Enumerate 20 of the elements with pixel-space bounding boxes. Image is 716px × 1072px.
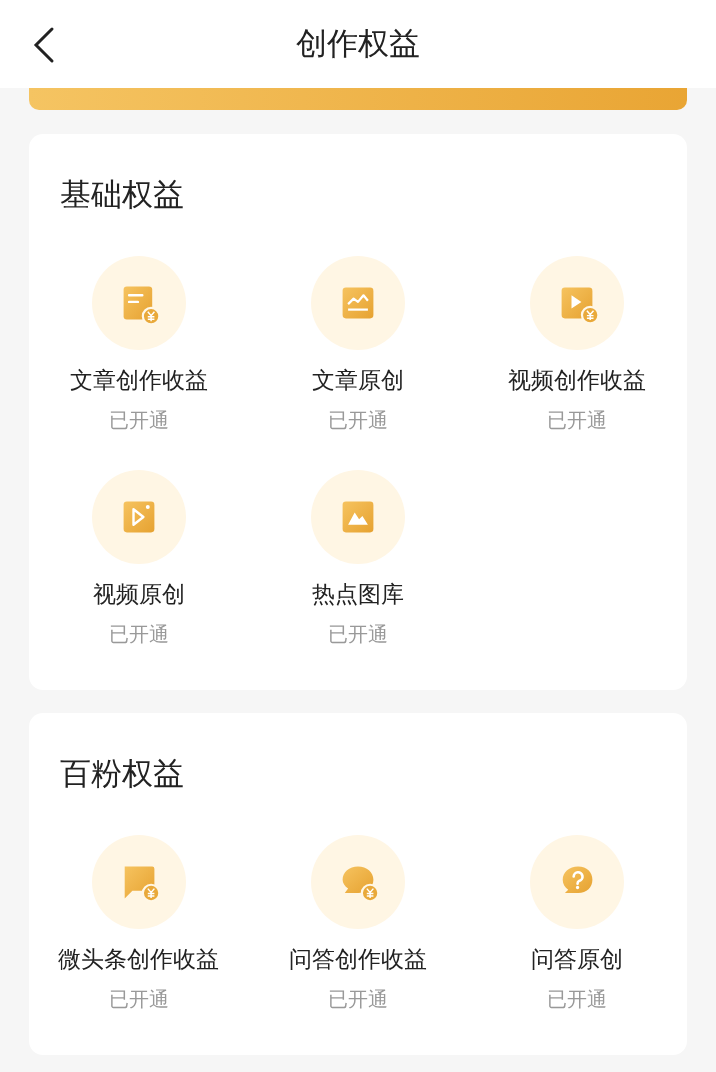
- benefit-label: 文章原创: [312, 366, 404, 395]
- section-title: 基础权益: [60, 175, 185, 214]
- benefit-status: 已开通: [328, 407, 388, 434]
- back-icon[interactable]: [32, 26, 56, 64]
- benefit-label: 视频创作收益: [508, 366, 647, 395]
- page-title: 创作权益: [296, 24, 420, 63]
- benefit-label: 视频原创: [92, 580, 185, 609]
- benefit-status: 已开通: [108, 986, 169, 1013]
- benefit-label: 问答原创: [531, 945, 624, 974]
- benefit-label: 文章创作收益: [69, 366, 208, 395]
- section-title: 百粉权益: [60, 754, 185, 793]
- benefit-status: 已开通: [328, 621, 388, 648]
- benefit-status: 已开通: [547, 986, 608, 1013]
- benefit-status: 已开通: [108, 621, 169, 648]
- benefit-label: 问答创作收益: [289, 945, 427, 974]
- benefit-label: 微头条创作收益: [58, 945, 220, 974]
- benefit-label: 热点图库: [312, 580, 404, 609]
- benefit-status: 已开通: [547, 407, 608, 434]
- benefit-status: 已开通: [108, 407, 169, 434]
- benefit-status: 已开通: [328, 986, 388, 1013]
